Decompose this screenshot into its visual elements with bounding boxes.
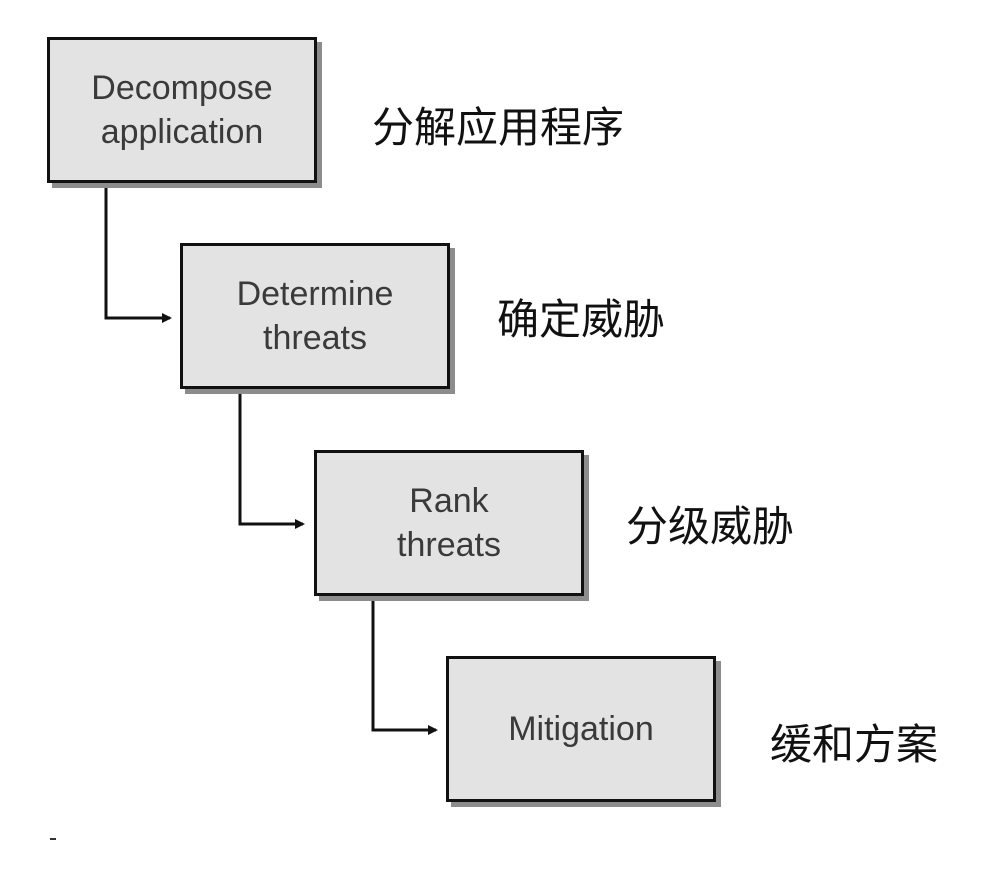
step-label-rank-threats: Rank threats xyxy=(397,482,501,564)
step-box-decompose-application: Decompose application xyxy=(47,37,317,183)
step-translation-determine-threats: 确定威胁 xyxy=(497,295,666,344)
step-label-decompose-application: Decompose application xyxy=(91,69,273,151)
step-translation-mitigation: 缓和方案 xyxy=(770,720,939,769)
step-box-determine-threats: Determine threats xyxy=(180,243,450,389)
step-label-mitigation: Mitigation xyxy=(508,710,654,748)
connector-determine-to-rank xyxy=(238,392,305,529)
step-box-rank-threats: Rank threats xyxy=(314,450,584,596)
connector-decompose-to-determine xyxy=(104,186,172,323)
step-box-mitigation: Mitigation xyxy=(446,656,716,802)
connector-rank-to-mitigation xyxy=(371,599,438,735)
step-translation-decompose-application: 分解应用程序 xyxy=(372,103,625,152)
step-translation-rank-threats: 分级威胁 xyxy=(626,502,795,551)
stray-dash-mark xyxy=(50,838,56,840)
step-label-determine-threats: Determine threats xyxy=(236,275,394,357)
